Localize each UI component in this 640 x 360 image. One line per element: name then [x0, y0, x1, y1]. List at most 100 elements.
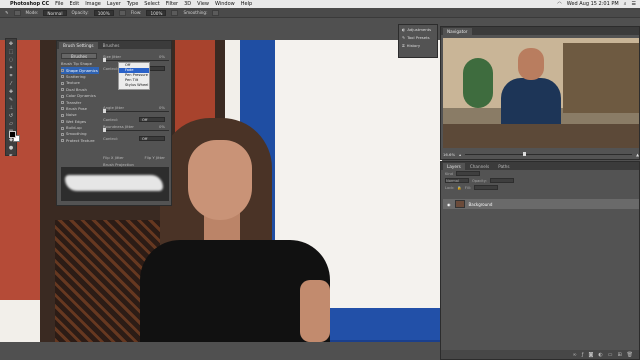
- menu-layer[interactable]: Layer: [107, 1, 121, 7]
- menu-file[interactable]: File: [55, 1, 63, 7]
- clone-stamp-tool-icon[interactable]: ⊥: [8, 105, 15, 111]
- layer-row[interactable]: ◉ Background: [443, 199, 639, 209]
- lock-label: Lock:: [445, 185, 455, 190]
- angle-jitter-value[interactable]: 0%: [159, 105, 165, 110]
- tab-channels[interactable]: Channels: [466, 163, 493, 170]
- menu-help[interactable]: Help: [241, 1, 252, 7]
- mask-icon[interactable]: ◙: [588, 352, 593, 358]
- new-layer-icon[interactable]: ⊞: [617, 352, 621, 358]
- menu-image[interactable]: Image: [85, 1, 101, 7]
- size-jitter-value[interactable]: 0%: [159, 54, 165, 59]
- brush-panel-tabs: Brush Settings Brushes: [57, 41, 171, 49]
- menu-view[interactable]: View: [197, 1, 209, 7]
- pen-tool-icon[interactable]: ✒: [8, 153, 15, 159]
- marquee-tool-icon[interactable]: ⬚: [8, 49, 15, 55]
- kind-filter[interactable]: [455, 171, 480, 176]
- zoom-out-icon[interactable]: ▴: [459, 152, 461, 157]
- blend-mode-select[interactable]: Normal: [445, 178, 469, 183]
- lasso-tool-icon[interactable]: ◌: [8, 57, 15, 63]
- brush-projection-checkbox[interactable]: Brush Projection: [103, 162, 134, 167]
- quick-select-tool-icon[interactable]: ✦: [8, 65, 15, 71]
- layers-panel: Layers Channels Paths Kind Normal Opacit…: [440, 161, 640, 360]
- eraser-tool-icon[interactable]: ▱: [8, 121, 15, 127]
- menu-type[interactable]: Type: [127, 1, 138, 7]
- fx-icon[interactable]: ƒ: [582, 352, 584, 358]
- menu-select[interactable]: Select: [144, 1, 159, 7]
- layers-footer: ∞ ƒ ◙ ◐ ▭ ⊞ 🗑: [441, 350, 639, 359]
- layer-opacity-field[interactable]: [489, 178, 514, 183]
- tool-presets-item[interactable]: ✎ Tool Presets: [399, 33, 437, 41]
- folder-icon[interactable]: ▭: [608, 352, 613, 358]
- adjustment-icon[interactable]: ◐: [598, 352, 602, 358]
- roundness-jitter-slider[interactable]: [103, 128, 169, 132]
- flip-y-jitter-checkbox[interactable]: Flip Y Jitter: [145, 155, 166, 160]
- list-icon[interactable]: ☰: [632, 1, 636, 7]
- brush-settings-list: Brush Tip Shape Shape Dynamics Scatterin…: [61, 61, 99, 144]
- flip-x-jitter-checkbox[interactable]: Flip X Jitter: [103, 155, 124, 160]
- tab-layers[interactable]: Layers: [443, 163, 465, 170]
- brush-tool-icon[interactable]: ✎: [5, 10, 9, 15]
- eyedropper-tool-icon[interactable]: ⁄: [8, 81, 15, 87]
- zoom-slider[interactable]: [464, 151, 633, 156]
- size-jitter-slider[interactable]: [103, 58, 169, 62]
- angle-jitter-slider[interactable]: [103, 109, 169, 113]
- history-item[interactable]: ⧖ History: [399, 41, 437, 49]
- foreground-color-swatch[interactable]: [9, 131, 16, 138]
- mac-menubar: Photoshop CC File Edit Image Layer Type …: [0, 0, 640, 8]
- tool-presets-icon: ✎: [402, 34, 406, 40]
- roundness-jitter-value[interactable]: 0%: [159, 124, 165, 129]
- move-tool-icon[interactable]: ✥: [8, 41, 15, 47]
- navigator-panel: Navigator 16.6% ▴ ▲: [440, 26, 640, 160]
- roundness-control-label: Control:: [103, 135, 119, 141]
- angle-control-label: Control:: [103, 116, 119, 122]
- flow-field[interactable]: 100%: [146, 9, 167, 16]
- navigator-thumbnail[interactable]: [443, 38, 639, 148]
- menu-3d[interactable]: 3D: [184, 1, 191, 7]
- adjustments-item[interactable]: ◐ Adjustments: [399, 25, 437, 33]
- layer-name[interactable]: Background: [469, 202, 493, 207]
- layer-thumbnail: [454, 200, 465, 208]
- brush-settings-panel: Brush Settings Brushes Brushes Brush Tip…: [56, 40, 172, 206]
- list-item[interactable]: Color Dynamics: [61, 93, 99, 99]
- list-item[interactable]: Shape Dynamics: [61, 67, 99, 74]
- menu-filter[interactable]: Filter: [166, 1, 178, 7]
- tab-paths[interactable]: Paths: [494, 163, 513, 170]
- menu-window[interactable]: Window: [215, 1, 235, 7]
- smoothing-options-button[interactable]: [212, 9, 220, 16]
- mode-select[interactable]: Normal: [43, 9, 67, 16]
- pressure-opacity-button[interactable]: [118, 9, 126, 16]
- roundness-control-dropdown[interactable]: Off: [139, 135, 165, 141]
- wifi-icon[interactable]: ◠: [557, 1, 561, 7]
- brushes-button[interactable]: Brushes: [61, 53, 97, 59]
- opacity-field[interactable]: 100%: [93, 9, 114, 16]
- app-name[interactable]: Photoshop CC: [10, 1, 49, 7]
- tab-brushes[interactable]: Brushes: [99, 42, 124, 49]
- eye-icon[interactable]: ◉: [447, 202, 451, 207]
- adjustments-icon: ◐: [402, 26, 406, 32]
- brush-preset-picker[interactable]: [13, 9, 21, 16]
- trash-icon[interactable]: 🗑: [627, 352, 633, 358]
- healing-tool-icon[interactable]: ✚: [8, 89, 15, 95]
- history-brush-tool-icon[interactable]: ↺: [8, 113, 15, 119]
- menubar-status-area: ◠ Wed Aug 15 2:01 PM ⌕ ☰: [557, 1, 640, 7]
- lock-icon[interactable]: 🔒: [457, 186, 461, 190]
- dodge-tool-icon[interactable]: ●: [8, 145, 15, 151]
- crop-tool-icon[interactable]: ⌗: [8, 73, 15, 79]
- clock[interactable]: Wed Aug 15 2:01 PM: [567, 1, 619, 7]
- menu-item-stylus-wheel[interactable]: Stylus Wheel: [119, 83, 149, 88]
- brush-tool-icon-side[interactable]: ✎: [8, 97, 15, 103]
- link-icon[interactable]: ∞: [573, 352, 577, 358]
- list-item[interactable]: Protect Texture: [61, 138, 99, 144]
- tab-brush-settings[interactable]: Brush Settings: [59, 42, 98, 49]
- zoom-value[interactable]: 16.6%: [443, 152, 455, 157]
- lock-row: Lock: 🔒 Fill:: [441, 184, 639, 191]
- control-label: Control:: [103, 65, 119, 71]
- zoom-in-icon[interactable]: ▲: [636, 152, 639, 157]
- angle-control-dropdown[interactable]: Off: [139, 116, 165, 122]
- menu-edit[interactable]: Edit: [70, 1, 80, 7]
- options-bar: ✎ Mode: Normal Opacity: 100% Flow: 100% …: [0, 8, 640, 18]
- search-icon[interactable]: ⌕: [624, 1, 627, 7]
- fill-field[interactable]: [473, 185, 498, 190]
- airbrush-button[interactable]: [171, 9, 179, 16]
- tab-navigator[interactable]: Navigator: [443, 28, 472, 35]
